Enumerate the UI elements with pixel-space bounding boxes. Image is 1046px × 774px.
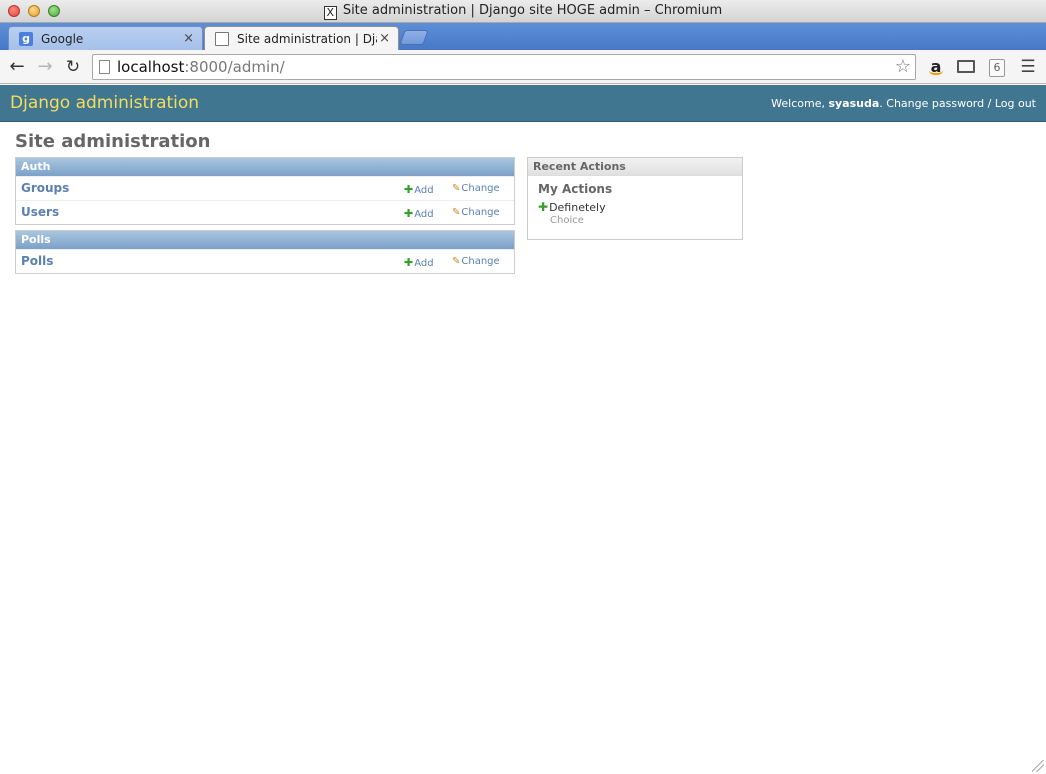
change-password-link[interactable]: Change password — [886, 97, 984, 110]
table-row: Groups ✚Add ✎Change — [16, 176, 514, 200]
extension-badge-icon[interactable]: 6 — [986, 56, 1008, 78]
add-groups-button[interactable]: ✚Add — [404, 183, 434, 196]
recent-actions-panel: Recent Actions My Actions ✚Definetely Ch… — [527, 157, 743, 240]
recent-actions-caption: Recent Actions — [528, 158, 742, 176]
add-polls-button[interactable]: ✚Add — [404, 256, 434, 269]
google-favicon-icon: g — [19, 32, 33, 46]
recent-action-type: Choice — [550, 215, 584, 226]
my-actions-heading: My Actions — [538, 182, 613, 196]
log-out-link[interactable]: Log out — [995, 97, 1036, 110]
tab-google[interactable]: g Google × — [8, 26, 203, 50]
add-users-button[interactable]: ✚Add — [404, 207, 434, 220]
table-row: Users ✚Add ✎Change — [16, 200, 514, 224]
tab-strip: g Google × Site administration | Djang × — [0, 23, 1046, 50]
change-users-button[interactable]: ✎Change — [452, 207, 500, 218]
plus-icon: ✚ — [404, 207, 414, 220]
plus-icon: ✚ — [404, 183, 414, 196]
hamburger-menu-icon[interactable]: ☰ — [1017, 56, 1039, 78]
model-link-groups[interactable]: Groups — [21, 181, 69, 195]
close-tab-icon[interactable]: × — [183, 27, 194, 51]
cast-icon[interactable] — [955, 56, 977, 78]
pencil-icon: ✎ — [452, 207, 461, 218]
site-branding[interactable]: Django administration — [10, 93, 199, 113]
page-icon — [99, 60, 110, 74]
django-header: Django administration Welcome, syasuda. … — [0, 85, 1046, 122]
document-icon — [215, 32, 229, 46]
pencil-icon: ✎ — [452, 256, 461, 267]
bookmark-star-icon[interactable]: ☆ — [895, 55, 911, 79]
tab-site-administration[interactable]: Site administration | Djang × — [204, 26, 399, 50]
user-tools: Welcome, syasuda. Change password / Log … — [771, 97, 1036, 110]
model-link-polls[interactable]: Polls — [21, 254, 53, 268]
address-bar[interactable]: localhost:8000/admin/ ☆ — [92, 54, 916, 80]
new-tab-button[interactable] — [399, 30, 429, 45]
model-link-users[interactable]: Users — [21, 205, 59, 219]
window-resize-grip[interactable] — [1032, 760, 1044, 772]
window-title: X Site administration | Django site HOGE … — [0, 3, 1046, 20]
forward-arrow-icon[interactable]: → — [34, 56, 56, 78]
reload-icon[interactable]: ↻ — [62, 56, 84, 78]
username: syasuda — [828, 97, 880, 110]
table-row: Polls ✚Add ✎Change — [16, 249, 514, 273]
plus-icon: ✚ — [404, 256, 414, 269]
module-caption-polls[interactable]: Polls — [16, 231, 514, 249]
pencil-icon: ✎ — [452, 183, 461, 194]
close-tab-icon[interactable]: × — [379, 27, 390, 51]
x11-app-icon: X — [323, 6, 337, 20]
amazon-extension-icon[interactable]: a — [925, 56, 947, 78]
page-title: Site administration — [15, 131, 211, 152]
module-polls: Polls Polls ✚Add ✎Change — [15, 230, 515, 274]
recent-action-entry[interactable]: ✚Definetely — [538, 200, 606, 214]
window-titlebar: X Site administration | Django site HOGE … — [0, 0, 1046, 23]
module-caption-auth[interactable]: Auth — [16, 158, 514, 176]
browser-toolbar: ← → ↻ localhost:8000/admin/ ☆ a 6 ☰ — [0, 50, 1046, 84]
back-arrow-icon[interactable]: ← — [6, 56, 28, 78]
change-groups-button[interactable]: ✎Change — [452, 183, 500, 194]
plus-icon: ✚ — [538, 200, 549, 214]
change-polls-button[interactable]: ✎Change — [452, 256, 500, 267]
module-auth: Auth Groups ✚Add ✎Change Users ✚Add ✎Cha… — [15, 157, 515, 225]
